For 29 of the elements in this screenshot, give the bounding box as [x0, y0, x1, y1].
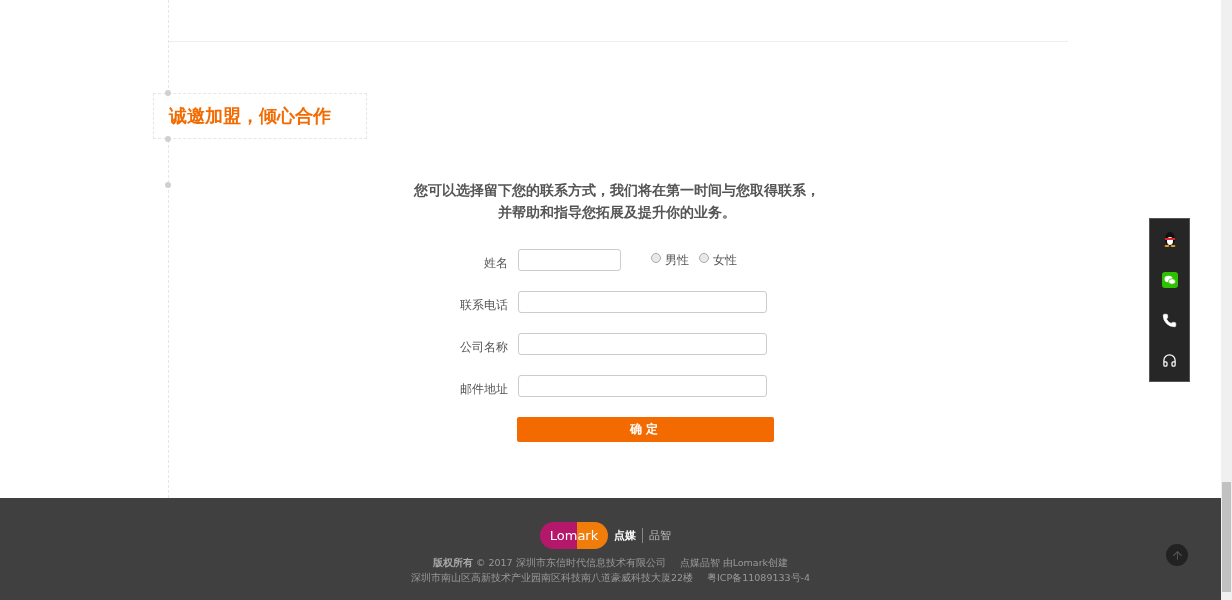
- intro-text: 您可以选择留下您的联系方式，我们将在第一时间与您取得联系，: [412, 181, 821, 199]
- field-label: 邮件地址: [459, 380, 508, 398]
- penguin-icon[interactable]: [1162, 231, 1177, 248]
- input-field[interactable]: [518, 291, 767, 313]
- submit-button[interactable]: 确定: [517, 417, 774, 442]
- footer-text: 粤ICP备11089133号-4: [707, 572, 811, 585]
- scrollbar-thumb[interactable]: [1222, 482, 1231, 592]
- section-title: 诚邀加盟，倾心合作: [169, 104, 331, 128]
- logo-badge: Lomark: [539, 522, 609, 549]
- chat-bubbles-icon[interactable]: [1161, 271, 1178, 288]
- footer-text: 版权所有 © 2017 深圳市东信时代信息技术有限公司: [432, 557, 666, 570]
- input-field[interactable]: [518, 375, 767, 397]
- footer-text: 点媒品智 由Lomark创建: [679, 557, 789, 570]
- input-field[interactable]: [518, 333, 767, 355]
- logo-name: 点媒: [614, 528, 637, 543]
- field-label: 姓名: [483, 254, 508, 272]
- field-label: 联系电话: [459, 296, 508, 314]
- footer-text: 深圳市南山区高新技术产业园南区科技南八道豪威科技大厦22楼: [410, 572, 694, 585]
- logo-tagline: 品智: [642, 528, 672, 543]
- intro-text: 并帮助和指导您拓展及提升你的业务。: [497, 203, 737, 221]
- radio-button[interactable]: [699, 253, 709, 263]
- field-label: 公司名称: [459, 338, 508, 356]
- scrollbar[interactable]: [1221, 0, 1232, 600]
- phone-icon[interactable]: [1162, 312, 1177, 328]
- radio-button[interactable]: [651, 253, 661, 263]
- radio-label: 女性: [713, 251, 737, 269]
- headset-icon[interactable]: [1162, 353, 1177, 369]
- radio-label: 男性: [665, 251, 689, 269]
- input-field[interactable]: [518, 249, 621, 271]
